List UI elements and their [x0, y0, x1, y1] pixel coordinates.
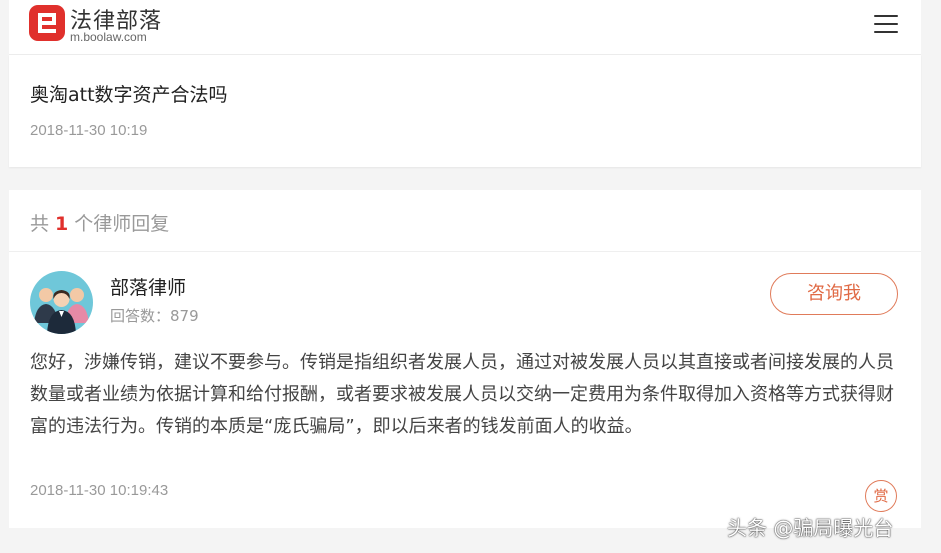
hamburger-menu-icon[interactable]: [874, 14, 898, 34]
answer-count: 共 1 个律师回复: [30, 209, 169, 236]
answer-count-value: 879: [170, 307, 199, 325]
question-title: 奥淘att数字资产合法吗: [30, 84, 228, 106]
consult-button[interactable]: 咨询我: [770, 273, 898, 315]
lawyer-answer-stat: 回答数：879: [110, 305, 199, 326]
question-card: 奥淘att数字资产合法吗 2018-11-30 10:19: [9, 55, 921, 167]
question-time: 2018-11-30 10:19: [30, 122, 148, 139]
answer-body: 您好，涉嫌传销，建议不要参与。传销是指组织者发展人员，通过对被发展人员以其直接或…: [30, 352, 894, 437]
lawyer-name[interactable]: 部落律师: [110, 273, 186, 300]
answers-header: 共 1 个律师回复: [9, 190, 921, 252]
answer-time: 2018-11-30 10:19:43: [30, 482, 169, 499]
answer-count-label: 回答数：: [110, 307, 171, 325]
top-header: 法律部落 m.boolaw.com: [9, 0, 921, 55]
answer-count-number: 1: [55, 213, 69, 235]
lawyer-avatar[interactable]: [30, 271, 93, 334]
boolaw-logo-icon[interactable]: [29, 5, 65, 41]
watermark-text: 头条 @骗局曝光台: [727, 516, 894, 540]
answer-count-suffix: 个律师回复: [74, 213, 170, 235]
reward-button[interactable]: 赏: [865, 480, 897, 512]
answer-count-prefix: 共: [30, 213, 50, 235]
brand-url: m.boolaw.com: [70, 30, 147, 44]
answers-card: 共 1 个律师回复 部落律师 回答数：879 咨询我 您好，涉嫌传销，建议不要参与。…: [9, 190, 921, 528]
